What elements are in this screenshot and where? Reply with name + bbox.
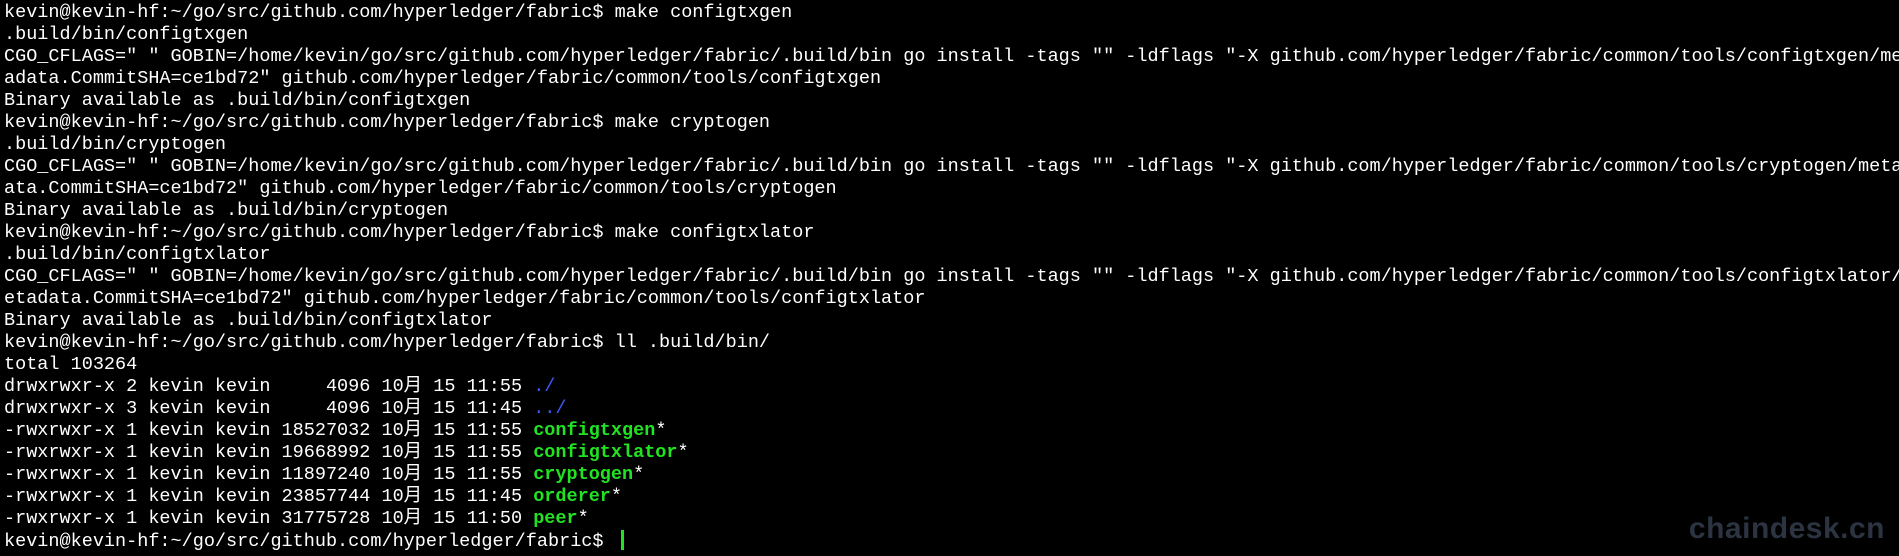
listing-meta: -rwxrwxr-x 1 kevin kevin 11897240 10月 15… <box>4 464 534 485</box>
listing-suffix: * <box>610 486 623 507</box>
listing-suffix: * <box>633 464 645 485</box>
text-cursor <box>620 530 624 550</box>
terminal-line: kevin@kevin-hf:~/go/src/github.com/hyper… <box>4 112 771 133</box>
terminal-line: ata.CommitSHA=ce1bd72" github.com/hyperl… <box>4 178 837 199</box>
listing-meta: -rwxrwxr-x 1 kevin kevin 31775728 10月 15… <box>4 508 534 529</box>
terminal-line: .build/bin/cryptogen <box>4 134 227 155</box>
terminal-line: etadata.CommitSHA=ce1bd72" github.com/hy… <box>4 288 926 309</box>
terminal-line: Binary available as .build/bin/configtxl… <box>4 310 493 331</box>
terminal-line: kevin@kevin-hf:~/go/src/github.com/hyper… <box>4 222 815 243</box>
listing-suffix: * <box>677 442 689 463</box>
terminal-line: Binary available as .build/bin/configtxg… <box>4 90 471 111</box>
listing-meta: drwxrwxr-x 3 kevin kevin 4096 10月 15 11:… <box>4 398 534 419</box>
terminal-line: CGO_CFLAGS=" " GOBIN=/home/kevin/go/src/… <box>4 266 1899 287</box>
terminal-line: kevin@kevin-hf:~/go/src/github.com/hyper… <box>4 2 793 23</box>
executable-name: configtxlator <box>533 442 678 463</box>
listing-meta: -rwxrwxr-x 1 kevin kevin 18527032 10月 15… <box>4 420 534 441</box>
directory-name: ./ <box>533 376 556 397</box>
prompt-line[interactable]: kevin@kevin-hf:~/go/src/github.com/hyper… <box>0 530 1899 552</box>
directory-name: ../ <box>533 398 567 419</box>
terminal-line: total 103264 <box>4 354 138 375</box>
executable-name: cryptogen <box>533 464 634 485</box>
terminal-line: CGO_CFLAGS=" " GOBIN=/home/kevin/go/src/… <box>4 46 1899 67</box>
terminal-line: adata.CommitSHA=ce1bd72" github.com/hype… <box>4 68 882 89</box>
terminal-line: .build/bin/configtxgen <box>4 24 249 45</box>
listing-row: -rwxrwxr-x 1 kevin kevin 31775728 10月 15… <box>0 508 1899 530</box>
listing-meta: -rwxrwxr-x 1 kevin kevin 23857744 10月 15… <box>4 486 534 507</box>
listing-row: -rwxrwxr-x 1 kevin kevin 11897240 10月 15… <box>0 464 1899 486</box>
terminal-output: kevin@kevin-hf:~/go/src/github.com/hyper… <box>0 2 1899 530</box>
terminal-line: .build/bin/configtxlator <box>4 244 271 265</box>
terminal-line: CGO_CFLAGS=" " GOBIN=/home/kevin/go/src/… <box>4 156 1899 177</box>
listing-row: drwxrwxr-x 2 kevin kevin 4096 10月 15 11:… <box>0 376 1899 398</box>
listing-meta: -rwxrwxr-x 1 kevin kevin 19668992 10月 15… <box>4 442 534 463</box>
terminal-line: Binary available as .build/bin/cryptogen <box>4 200 449 221</box>
listing-suffix: * <box>577 508 589 529</box>
listing-row: -rwxrwxr-x 1 kevin kevin 23857744 10月 15… <box>0 486 1899 508</box>
listing-row: drwxrwxr-x 3 kevin kevin 4096 10月 15 11:… <box>0 398 1899 420</box>
prompt-text: kevin@kevin-hf:~/go/src/github.com/hyper… <box>4 531 615 552</box>
terminal-window[interactable]: kevin@kevin-hf:~/go/src/github.com/hyper… <box>0 0 1899 556</box>
watermark-logo: chaindesk.cn <box>1688 512 1885 545</box>
listing-row: -rwxrwxr-x 1 kevin kevin 19668992 10月 15… <box>0 442 1899 464</box>
listing-row: -rwxrwxr-x 1 kevin kevin 18527032 10月 15… <box>0 420 1899 442</box>
executable-name: configtxgen <box>533 420 656 441</box>
listing-meta: drwxrwxr-x 2 kevin kevin 4096 10月 15 11:… <box>4 376 534 397</box>
executable-name: peer <box>533 508 578 529</box>
listing-suffix: * <box>655 420 667 441</box>
executable-name: orderer <box>533 486 611 507</box>
terminal-line: kevin@kevin-hf:~/go/src/github.com/hyper… <box>4 332 771 353</box>
